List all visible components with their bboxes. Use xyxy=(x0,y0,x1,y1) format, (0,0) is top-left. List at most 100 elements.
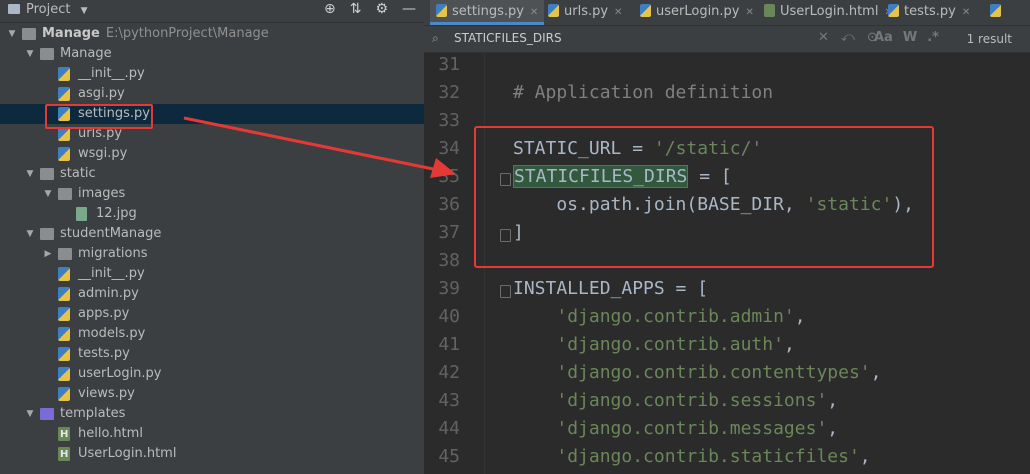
tree-item-label: studentManage xyxy=(60,226,162,241)
line-number: 39 xyxy=(438,278,460,299)
tab-mo[interactable]: mo xyxy=(984,0,1030,43)
hide-icon[interactable]: — xyxy=(402,1,416,17)
tree-item[interactable]: views.py xyxy=(0,384,424,404)
annotation-box-settings xyxy=(45,104,153,129)
tree-item[interactable]: asgi.py xyxy=(0,84,424,104)
tree-item-text: hello.html xyxy=(78,424,143,444)
tab-userlogin-py[interactable]: userLogin.py ✕ xyxy=(634,0,760,25)
tree-item-label: Manage xyxy=(42,26,100,41)
tree-item[interactable]: admin.py xyxy=(0,284,424,304)
tab-label: urls.py xyxy=(564,4,609,19)
tree-item-text: __init__.py xyxy=(78,64,145,84)
locate-icon[interactable]: ⊕ xyxy=(324,1,336,17)
chevron-down-icon[interactable]: ▼ xyxy=(24,404,36,424)
tab-settings-py[interactable]: settings.py ✕ xyxy=(430,0,545,25)
folder-icon xyxy=(40,408,54,420)
tree-item[interactable]: wsgi.py xyxy=(0,144,424,164)
regex-toggle[interactable]: .* xyxy=(927,30,939,45)
close-icon[interactable]: ✕ xyxy=(614,7,622,18)
python-file-icon xyxy=(58,87,70,101)
tree-item[interactable]: __init__.py xyxy=(0,64,424,84)
chevron-down-icon[interactable]: ▼ xyxy=(24,164,36,184)
html-file-icon xyxy=(58,445,70,465)
search-input[interactable]: STATICFILES_DIRS xyxy=(454,31,562,45)
code-line[interactable]: 'django.contrib.sessions', xyxy=(513,390,838,411)
fold-marker-icon[interactable] xyxy=(500,285,511,298)
tree-item[interactable]: ▼ studentManage xyxy=(0,224,424,244)
tree-item[interactable]: tests.py xyxy=(0,344,424,364)
line-number: 43 xyxy=(438,390,460,411)
panel-toolbar: ⊕ ⇅ ⚙ — xyxy=(324,1,416,17)
tree-item[interactable]: ▼ Manage E:\pythonProject\Manage xyxy=(0,24,424,44)
chevron-down-icon: ▼ xyxy=(80,6,88,16)
tree-item-label: UserLogin.html xyxy=(78,446,177,461)
tree-item-label: hello.html xyxy=(78,426,143,441)
chevron-down-icon[interactable]: ▼ xyxy=(24,224,36,244)
python-file-icon xyxy=(436,4,447,17)
tree-item-label: __init__.py xyxy=(78,266,145,281)
line-number: 33 xyxy=(438,110,460,131)
code-line[interactable]: # Application definition xyxy=(513,82,773,103)
tree-item-text: 12.jpg xyxy=(96,204,137,224)
tree-item-label: static xyxy=(60,166,96,181)
clear-icon[interactable]: ✕ xyxy=(818,30,829,45)
tree-item[interactable]: ▼ static xyxy=(0,164,424,184)
match-case-toggle[interactable]: Aa xyxy=(874,30,893,45)
tree-item-text: Manage xyxy=(60,44,112,64)
close-icon[interactable]: ✕ xyxy=(530,7,538,18)
chevron-down-icon[interactable]: ▼ xyxy=(6,24,18,44)
whole-word-toggle[interactable]: W xyxy=(903,30,917,45)
folder-icon xyxy=(8,4,20,14)
code-line[interactable]: 'django.contrib.messages', xyxy=(513,418,838,439)
tree-item-label: __init__.py xyxy=(78,66,145,81)
collapse-icon[interactable]: ⇅ xyxy=(350,1,362,17)
python-file-icon xyxy=(58,147,70,161)
search-buttons: ✕ ⤺ ⊙ xyxy=(818,30,878,45)
tree-item-text: static xyxy=(60,164,96,184)
tree-item-label: models.py xyxy=(78,326,146,341)
python-file-icon xyxy=(58,267,70,281)
chevron-right-icon[interactable]: ▶ xyxy=(42,244,54,264)
line-number: 40 xyxy=(438,306,460,327)
close-icon[interactable]: ✕ xyxy=(746,7,754,18)
line-number: 31 xyxy=(438,54,460,75)
line-number: 35 xyxy=(438,166,460,187)
tree-item[interactable]: apps.py xyxy=(0,304,424,324)
tab-userlogin-html[interactable]: UserLogin.html✕ xyxy=(758,0,899,25)
tree-item-text: templates xyxy=(60,404,125,424)
code-line[interactable]: 'django.contrib.contenttypes', xyxy=(513,362,881,383)
tree-item[interactable]: ▼ templates xyxy=(0,404,424,424)
tree-item[interactable]: hello.html xyxy=(0,424,424,445)
chevron-down-icon[interactable]: ▼ xyxy=(24,44,36,64)
python-file-icon xyxy=(888,4,899,17)
tree-item[interactable]: models.py xyxy=(0,324,424,344)
tree-item[interactable]: ▼ Manage xyxy=(0,44,424,64)
tree-item[interactable]: ▶ migrations xyxy=(0,244,424,264)
project-dropdown[interactable]: Project ▼ xyxy=(8,2,88,17)
code-line[interactable]: INSTALLED_APPS = [ xyxy=(513,278,708,299)
code-line[interactable]: 'django.contrib.staticfiles', xyxy=(513,446,870,467)
tree-item-text: apps.py xyxy=(78,304,129,324)
python-file-icon xyxy=(58,67,70,81)
tab-tests-py[interactable]: tests.py ✕ xyxy=(882,0,976,25)
search-icon[interactable]: ⌕ xyxy=(432,31,439,46)
tree-item[interactable]: userLogin.py xyxy=(0,364,424,384)
tree-item[interactable]: ▼ images xyxy=(0,184,424,204)
gear-icon[interactable]: ⚙ xyxy=(375,1,388,17)
close-icon[interactable]: ✕ xyxy=(962,7,970,18)
tree-item-text: models.py xyxy=(78,324,145,344)
tree-item[interactable]: UserLogin.html xyxy=(0,444,424,465)
chevron-down-icon[interactable]: ▼ xyxy=(42,184,54,204)
python-file-icon xyxy=(640,4,651,17)
tree-item-label: views.py xyxy=(78,386,135,401)
tab-label: UserLogin.html xyxy=(780,4,879,19)
tree-item[interactable]: 12.jpg xyxy=(0,204,424,224)
folder-icon xyxy=(22,28,36,40)
tree-item-label: 12.jpg xyxy=(96,206,137,221)
code-line[interactable]: 'django.contrib.auth', xyxy=(513,334,794,355)
tree-item[interactable]: __init__.py xyxy=(0,264,424,284)
folder-icon xyxy=(40,168,54,180)
code-line[interactable]: 'django.contrib.admin', xyxy=(513,306,805,327)
tab-urls-py[interactable]: urls.py ✕ xyxy=(542,0,628,25)
replace-icon[interactable]: ⤺ xyxy=(841,30,855,45)
